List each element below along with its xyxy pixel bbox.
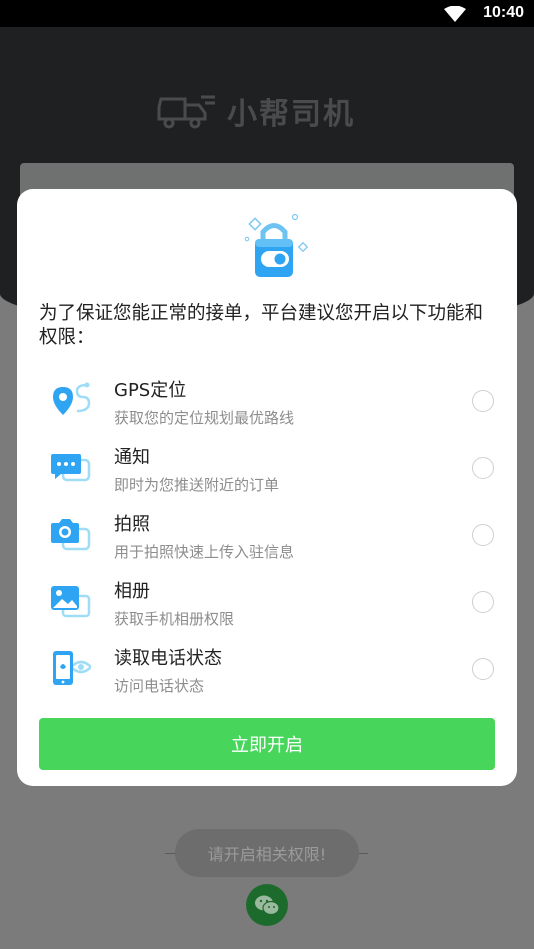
permission-item-notification[interactable]: 通知 即时为您推送附近的订单 — [17, 436, 517, 503]
permission-item-camera[interactable]: 拍照 用于拍照快速上传入驻信息 — [17, 503, 517, 570]
permission-radio-notification[interactable] — [472, 457, 494, 479]
permission-description: 获取手机相册权限 — [114, 610, 235, 628]
permission-dialog: 为了保证您能正常的接单，平台建议您开启以下功能和权限： GPS定位 获取您的定位… — [17, 189, 517, 786]
app-logo: 小帮司机 — [155, 89, 355, 133]
permission-description: 访问电话状态 — [114, 677, 205, 695]
permission-radio-camera[interactable] — [472, 524, 494, 546]
status-time: 10:40 — [483, 4, 524, 21]
permission-description: 用于拍照快速上传入驻信息 — [114, 543, 295, 561]
logo-text: 小帮司机 — [227, 97, 355, 132]
phone-icon — [53, 651, 91, 685]
wechat-login-button[interactable] — [246, 884, 288, 926]
permission-radio-phone-state[interactable] — [472, 658, 494, 680]
wechat-icon — [255, 895, 280, 916]
lock-icon — [244, 213, 309, 277]
truck-icon — [157, 95, 215, 129]
wifi-icon — [444, 6, 466, 22]
status-bar: 10:40 — [0, 0, 534, 27]
permission-title: 通知 — [114, 447, 150, 468]
permission-title: 读取电话状态 — [114, 648, 222, 669]
permission-item-phone-state[interactable]: 读取电话状态 访问电话状态 — [17, 637, 517, 704]
toast-message: 请开启相关权限! — [175, 829, 359, 877]
permission-list: GPS定位 获取您的定位规划最优路线 通知 即时为您推送附近的订单 拍照 用于拍… — [17, 369, 517, 704]
permission-title: GPS定位 — [114, 380, 187, 401]
enable-now-button[interactable]: 立即开启 — [39, 718, 495, 770]
location-icon — [53, 382, 91, 415]
camera-icon — [51, 519, 91, 551]
chat-icon — [51, 454, 91, 482]
permission-radio-gps[interactable] — [472, 390, 494, 412]
photo-icon — [51, 586, 91, 618]
permission-item-album[interactable]: 相册 获取手机相册权限 — [17, 570, 517, 637]
permission-title: 相册 — [114, 581, 150, 602]
permission-radio-album[interactable] — [472, 591, 494, 613]
permission-description: 即时为您推送附近的订单 — [114, 476, 280, 494]
permission-description: 获取您的定位规划最优路线 — [114, 409, 295, 427]
permission-title: 拍照 — [114, 514, 150, 535]
permission-item-gps[interactable]: GPS定位 获取您的定位规划最优路线 — [17, 369, 517, 436]
dialog-message: 为了保证您能正常的接单，平台建议您开启以下功能和权限： — [39, 303, 484, 348]
